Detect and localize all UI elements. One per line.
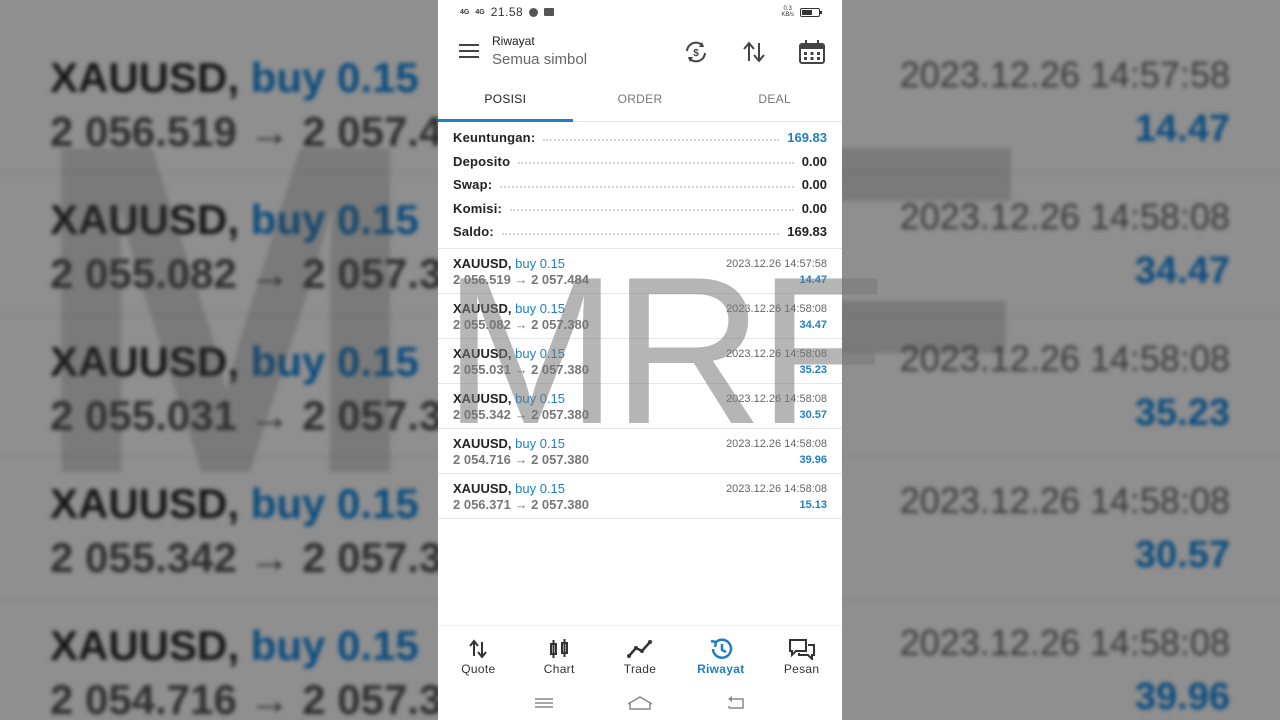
- mail-icon: [544, 8, 555, 16]
- signal-icon: 4G: [475, 8, 485, 16]
- tab-deal[interactable]: DEAL: [707, 76, 842, 121]
- active-tab-indicator: [438, 119, 573, 122]
- tab-bar: POSISI ORDER DEAL: [438, 76, 842, 122]
- list-item[interactable]: XAUUSD, buy 0.15 2 056.371 → 2 057.380 2…: [438, 474, 842, 519]
- history-clock-icon: [710, 638, 732, 659]
- summary-row-balance: Saldo: 169.83: [453, 224, 827, 240]
- page-title: Riwayat: [492, 34, 535, 48]
- back-icon[interactable]: [726, 695, 746, 710]
- signal-icon: 4G: [460, 8, 470, 16]
- nav-quote[interactable]: Quote: [438, 626, 519, 685]
- recent-apps-icon[interactable]: [534, 696, 554, 710]
- bottom-navigation: Quote Chart Trade Riwayat Pesan: [438, 625, 842, 685]
- hamburger-menu-icon[interactable]: [459, 44, 479, 58]
- list-item[interactable]: XAUUSD, buy 0.15 2 055.082 → 2 057.380 2…: [438, 294, 842, 339]
- phone-screen: 4G 4G 21.58 0.3 KB/s Riwayat Semua simbo…: [438, 0, 842, 720]
- app-bar: Riwayat Semua simbol $: [438, 24, 842, 76]
- list-item[interactable]: XAUUSD, buy 0.15 2 055.031 → 2 057.380 2…: [438, 339, 842, 384]
- sort-icon[interactable]: [740, 39, 768, 65]
- nav-trade[interactable]: Trade: [600, 626, 681, 685]
- quote-arrows-icon: [469, 639, 488, 659]
- telegram-icon: [529, 7, 539, 17]
- nav-chart[interactable]: Chart: [519, 626, 600, 685]
- summary-row-commission: Komisi: 0.00: [453, 200, 827, 216]
- summary-row-swap: Swap: 0.00: [453, 177, 827, 193]
- list-item[interactable]: XAUUSD, buy 0.15 2 054.716 → 2 057.380 2…: [438, 429, 842, 474]
- chat-bubbles-icon: [788, 639, 815, 660]
- status-bar: 4G 4G 21.58 0.3 KB/s: [438, 0, 842, 24]
- deal-list: XAUUSD, buy 0.15 2 056.519 → 2 057.484 2…: [438, 249, 842, 519]
- summary-row-profit: Keuntungan: 169.83: [453, 130, 827, 146]
- calendar-icon[interactable]: [798, 39, 826, 65]
- symbol-filter[interactable]: Semua simbol: [492, 51, 587, 68]
- nav-riwayat[interactable]: Riwayat: [680, 626, 761, 685]
- tab-posisi[interactable]: POSISI: [438, 76, 573, 121]
- currency-exchange-icon[interactable]: $: [682, 39, 710, 65]
- home-icon[interactable]: [626, 695, 654, 711]
- nav-pesan[interactable]: Pesan: [761, 626, 842, 685]
- summary-panel: Keuntungan: 169.83 Deposito 0.00 Swap: 0…: [438, 122, 842, 249]
- list-item[interactable]: XAUUSD, buy 0.15 2 056.519 → 2 057.484 2…: [438, 249, 842, 294]
- summary-row-deposit: Deposito 0.00: [453, 153, 827, 169]
- tab-order[interactable]: ORDER: [573, 76, 708, 121]
- system-navigation: [438, 685, 842, 720]
- network-speed: 0.3 KB/s: [781, 6, 794, 18]
- battery-icon: [800, 7, 822, 17]
- trade-line-icon: [626, 640, 652, 658]
- status-time: 21.58: [490, 5, 524, 19]
- list-item[interactable]: XAUUSD, buy 0.15 2 055.342 → 2 057.380 2…: [438, 384, 842, 429]
- svg-text:$: $: [693, 48, 699, 59]
- candlestick-icon: [550, 639, 569, 658]
